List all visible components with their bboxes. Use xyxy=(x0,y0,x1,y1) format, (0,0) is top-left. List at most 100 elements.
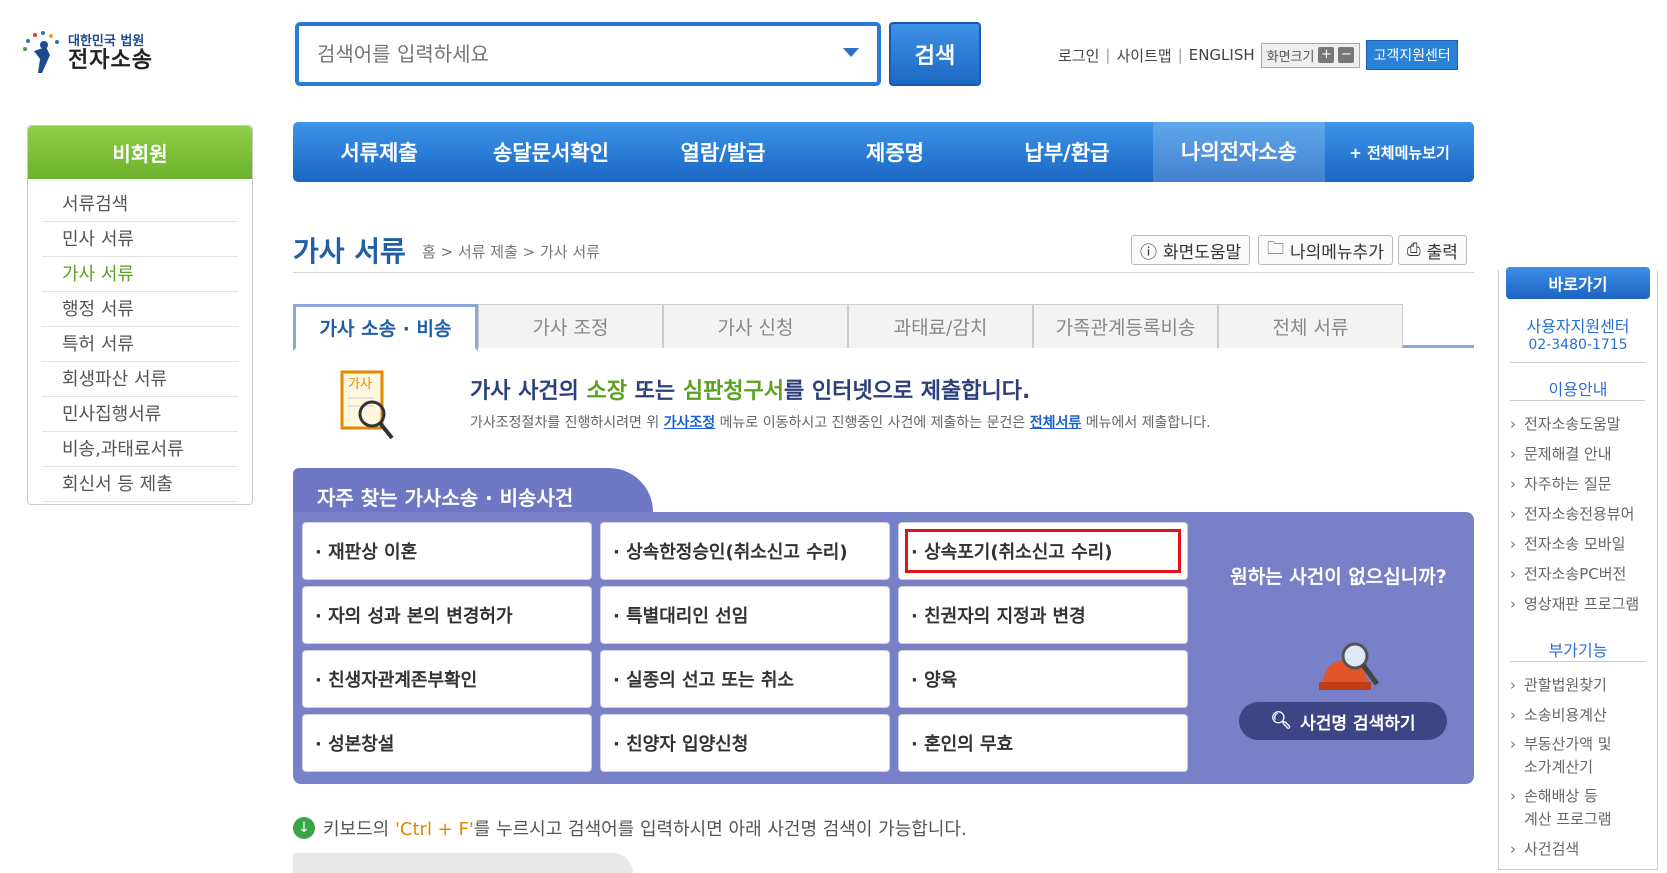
logo-subtitle: 대한민국 법원 xyxy=(68,33,145,49)
font-minus-button[interactable]: − xyxy=(1338,47,1355,63)
case-paternity[interactable]: · 친생자관계존부확인 xyxy=(302,650,592,708)
font-plus-button[interactable]: + xyxy=(1318,47,1335,63)
guide-troubleshoot[interactable]: 문제해결 안내 xyxy=(1510,442,1639,472)
nav-item-my-litigation[interactable]: 나의전자소송 xyxy=(1153,122,1325,182)
printer-icon: ⎙ xyxy=(1407,240,1421,260)
guide-help[interactable]: 전자소송도움말 xyxy=(1510,412,1639,442)
extra-court-finder[interactable]: 관할법원찾기 xyxy=(1510,673,1612,703)
tab-family-application[interactable]: 가사 신청 xyxy=(663,304,848,348)
info-heading: 가사 사건의 소장 또는 심판청구서를 인터넷으로 제출합니다. xyxy=(470,373,1030,405)
info-heading-green: 심판청구서 xyxy=(682,379,785,404)
info-text: 가사조정절차를 진행하시려면 위 xyxy=(470,415,664,431)
guide-faq[interactable]: 자주하는 질문 xyxy=(1510,472,1639,502)
keyboard-hint-text: 키보드의 'Ctrl + F'를 누르시고 검색어를 입력하시면 아래 사건명 … xyxy=(323,815,967,841)
case-search-panel: 원하는 사건이 없으십니까? 🔍︎ 사건명 검색하기 xyxy=(1203,512,1474,784)
keyboard-hint: ↓ 키보드의 'Ctrl + F'를 누르시고 검색어를 입력하시면 아래 사건… xyxy=(293,815,967,841)
search-input[interactable] xyxy=(317,42,837,66)
search-button[interactable]: 검색 xyxy=(889,22,981,86)
arrow-down-circle-icon: ↓ xyxy=(293,817,315,839)
sidebar-item-civil-execution[interactable]: 민사집행서류 xyxy=(42,397,238,432)
nav-item-document-submit[interactable]: 서류제출 xyxy=(293,137,465,167)
case-special-agent[interactable]: · 특별대리인 선임 xyxy=(600,586,890,644)
customer-center-button[interactable]: 고객지원센터 xyxy=(1366,40,1458,70)
case-surname-creation[interactable]: · 성본창설 xyxy=(302,714,592,772)
family-document-icon: 가사 xyxy=(340,370,394,440)
logo-title: 전자소송 xyxy=(68,48,153,74)
extra-list: 관할법원찾기 소송비용계산 부동산가액 및 소가계산기 손해배상 등 계산 프로… xyxy=(1510,673,1612,867)
extra-property-calc[interactable]: 부동산가액 및 소가계산기 xyxy=(1510,733,1612,785)
guide-video-trial[interactable]: 영상재판 프로그램 xyxy=(1510,592,1639,622)
case-surname-change[interactable]: · 자의 성과 본의 변경허가 xyxy=(302,586,592,644)
family-icon-label: 가사 xyxy=(348,377,372,392)
extra-case-search[interactable]: 사건검색 xyxy=(1510,837,1612,867)
guide-pc[interactable]: 전자소송PC버전 xyxy=(1510,562,1639,592)
extra-damages-calc[interactable]: 손해배상 등 계산 프로그램 xyxy=(1510,785,1612,837)
frequent-cases-panel: 자주 찾는 가사소송 · 비송사건 · 재판상 이혼 · 상속한정승인(취소신고… xyxy=(293,468,1474,784)
all-menu-button[interactable]: + 전체메뉴보기 xyxy=(1325,142,1474,163)
sidebar-item-civil[interactable]: 민사 서류 xyxy=(42,222,238,257)
guide-viewer[interactable]: 전자소송전용뷰어 xyxy=(1510,502,1639,532)
tab-family-mediation[interactable]: 가사 조정 xyxy=(478,304,663,348)
guide-heading: 이용안내 xyxy=(1548,380,1608,399)
tab-family-registration[interactable]: 가족관계등록비송 xyxy=(1033,304,1218,348)
nav-item-service-check[interactable]: 송달문서확인 xyxy=(465,137,637,167)
add-menu-button[interactable]: 🗀 나의메뉴추가 xyxy=(1258,235,1393,265)
info-heading-text: 가사 사건의 xyxy=(470,379,587,404)
tab-fine[interactable]: 과태료/감치 xyxy=(848,304,1033,348)
case-parental-authority[interactable]: · 친권자의 지정과 변경 xyxy=(898,586,1188,644)
case-name-search-button[interactable]: 🔍︎ 사건명 검색하기 xyxy=(1239,702,1447,740)
tab-all-documents[interactable]: 전체 서류 xyxy=(1218,304,1403,348)
sidebar-item-bankruptcy[interactable]: 회생파산 서류 xyxy=(42,362,238,397)
dropdown-caret-icon[interactable] xyxy=(843,48,859,57)
sidebar-item-reply[interactable]: 회신서 등 제출 xyxy=(42,467,238,502)
next-panel-tab xyxy=(293,853,633,873)
mediation-link[interactable]: 가사조정 xyxy=(664,415,716,431)
case-child-custody[interactable]: · 양육 xyxy=(898,650,1188,708)
sitemap-link[interactable]: 사이트맵 xyxy=(1116,45,1171,66)
tab-family-litigation[interactable]: 가사 소송 · 비송 xyxy=(293,304,478,351)
divider xyxy=(1510,400,1645,401)
all-documents-link[interactable]: 전체서류 xyxy=(1030,415,1082,431)
case-search-label: 사건명 검색하기 xyxy=(1300,713,1416,734)
login-link[interactable]: 로그인 xyxy=(1058,45,1099,66)
print-label: 출력 xyxy=(1426,242,1458,263)
info-heading-text: 를 인터넷으로 제출합니다. xyxy=(784,379,1031,404)
title-divider xyxy=(293,272,1474,273)
divider xyxy=(1510,661,1645,662)
english-link[interactable]: ENGLISH xyxy=(1189,46,1255,64)
separator: | xyxy=(1177,46,1183,64)
extra-cost-calc[interactable]: 소송비용계산 xyxy=(1510,703,1612,733)
print-button[interactable]: ⎙ 출력 xyxy=(1398,235,1467,265)
case-marriage-nullity[interactable]: · 혼인의 무효 xyxy=(898,714,1188,772)
info-heading-text: 또는 xyxy=(627,379,683,404)
sidebar-item-administrative[interactable]: 행정 서류 xyxy=(42,292,238,327)
case-full-adoption[interactable]: · 친양자 입양신청 xyxy=(600,714,890,772)
guide-mobile[interactable]: 전자소송 모바일 xyxy=(1510,532,1639,562)
sidebar-item-family[interactable]: 가사 서류 xyxy=(42,257,238,292)
sidebar-item-non-contentious[interactable]: 비송,과태료서류 xyxy=(42,432,238,467)
case-divorce[interactable]: · 재판상 이혼 xyxy=(302,522,592,580)
hint-text: 키보드의 xyxy=(323,819,395,840)
no-case-question: 원하는 사건이 없으십니까? xyxy=(1230,566,1447,588)
font-size-label: 화면크기 xyxy=(1266,49,1315,65)
help-button[interactable]: ⓘ 화면도움말 xyxy=(1131,235,1251,265)
court-logo[interactable]: 대한민국 법원 전자소송 xyxy=(20,26,170,82)
magnifier-icon: 🔍︎ xyxy=(1270,711,1293,731)
guide-list: 전자소송도움말 문제해결 안내 자주하는 질문 전자소송전용뷰어 전자소송 모바… xyxy=(1510,412,1639,622)
nav-item-view-issue[interactable]: 열람/발급 xyxy=(637,137,809,167)
case-inheritance-renunciation[interactable]: · 상속포기(취소신고 수리) xyxy=(898,522,1188,580)
folder-add-icon: 🗀 xyxy=(1267,238,1284,259)
case-disappearance[interactable]: · 실종의 선고 또는 취소 xyxy=(600,650,890,708)
case-limited-inheritance[interactable]: · 상속한정승인(취소신고 수리) xyxy=(600,522,890,580)
user-support-center[interactable]: 사용자지원센터 xyxy=(1498,313,1658,337)
extra-heading: 부가기능 xyxy=(1548,641,1608,660)
info-text: 메뉴에서 제출합니다. xyxy=(1081,415,1211,431)
court-emblem-icon xyxy=(23,31,59,73)
breadcrumb: 홈 > 서류 제출 > 가사 서류 xyxy=(422,243,600,261)
sidebar-item-patent[interactable]: 특허 서류 xyxy=(42,327,238,362)
nav-item-payment[interactable]: 납부/환급 xyxy=(981,137,1153,167)
tab-bar: 가사 소송 · 비송 가사 조정 가사 신청 과태료/감치 가족관계등록비송 전… xyxy=(293,304,1474,351)
nav-item-certificate[interactable]: 제증명 xyxy=(809,137,981,167)
info-icon: ⓘ xyxy=(1140,242,1157,263)
sidebar-item-document-search[interactable]: 서류검색 xyxy=(42,187,238,222)
